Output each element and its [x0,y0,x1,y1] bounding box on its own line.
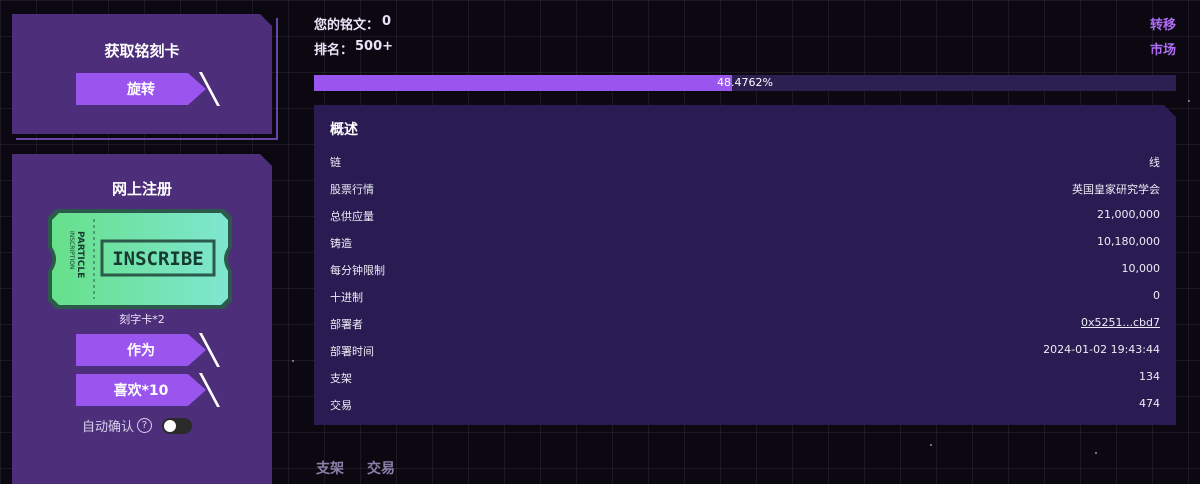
row-value: 474 [1139,397,1160,410]
row-value: 10,180,000 [1097,235,1160,248]
row-value: 21,000,000 [1097,208,1160,221]
tab-transactions[interactable]: 交易 [367,458,395,478]
ticket-brand-line2: INSCRIPTION [68,231,75,269]
card-count: 刻字卡*2 [119,313,165,326]
ticket-brand-line1: PARTICLE [75,231,85,278]
progress-text: 48.4762% [717,76,773,89]
row-key: 支架 [330,372,352,385]
overview-row-chain: 链 线 [330,154,1160,174]
toggle-knob [164,420,176,432]
spin-button-label: 旋转 [127,82,155,98]
auto-confirm-toggle[interactable] [162,418,192,434]
spin-button[interactable]: 旋转 [76,73,206,105]
act-button[interactable]: 作为 [76,334,206,366]
inscribe-ticket: INSCRIBE PARTICLE INSCRIPTION [48,209,232,309]
row-key: 部署时间 [330,345,374,358]
auto-confirm-label: 自动确认 [82,419,135,435]
row-value: 10,000 [1121,262,1161,275]
transfer-link[interactable]: 转移 [1150,14,1176,33]
row-key: 链 [330,156,341,169]
overview-row-decimals: 十进制 0 [330,289,1160,309]
market-link[interactable]: 市场 [1150,39,1176,58]
overview-row-ticker: 股票行情 英国皇家研究学会 [330,181,1160,201]
help-icon-glyph: ? [141,419,148,431]
overview-row-deploy-time: 部署时间 2024-01-02 19:43:44 [330,343,1160,363]
row-key: 十进制 [330,291,363,304]
overview-row-deployer: 部署者 0x5251...cbd7 [330,316,1160,336]
claim-panel: 获取铭刻卡 旋转 [12,14,272,134]
my-inscriptions-value: 0 [382,14,392,29]
auto-confirm-row: 自动确认 ? [82,416,153,435]
deployer-address-link[interactable]: 0x5251...cbd7 [1081,316,1160,329]
mint-progress-bar: 48.4762% [314,75,1176,91]
overview-row-holders: 支架 134 [330,370,1160,390]
register-panel-title: 网上注册 [111,180,172,198]
overview-row-minted: 铸造 10,180,000 [330,235,1160,255]
row-key: 总供应量 [330,210,374,223]
row-key: 股票行情 [330,183,374,196]
like-button[interactable]: 喜欢*10 [76,374,206,406]
ticket-label: INSCRIBE [112,248,204,270]
rank-label: 排名： [314,43,354,58]
my-inscriptions-label: 您的铭文： [314,18,380,33]
help-icon[interactable]: ? [137,417,153,433]
like-button-label: 喜欢*10 [113,383,169,399]
row-value: 线 [1149,156,1160,169]
row-value: 134 [1139,370,1160,383]
row-key: 交易 [330,399,352,412]
row-value: 2024-01-02 19:43:44 [1043,343,1160,356]
act-button-label: 作为 [127,343,155,359]
row-key: 部署者 [330,318,363,331]
overview-title: 概述 [330,122,358,138]
rank-value: 500+ [355,39,394,54]
overview-row-limit: 每分钟限制 10,000 [330,262,1160,282]
tab-holders[interactable]: 支架 [316,458,344,478]
row-key: 铸造 [330,237,352,250]
overview-row-total-supply: 总供应量 21,000,000 [330,208,1160,228]
claim-panel-title: 获取铭刻卡 [104,42,180,60]
row-value: 0 [1153,289,1160,302]
overview-row-transactions: 交易 474 [330,397,1160,417]
register-panel: 网上注册 INSCRIBE PARTICLE INSCRIPTION 刻字卡*2… [12,154,272,484]
overview-card: 概述 链 线 股票行情 英国皇家研究学会 总供应量 21,000,000 铸造 … [314,105,1176,425]
row-value: 英国皇家研究学会 [1072,183,1160,196]
row-key: 每分钟限制 [330,264,385,277]
